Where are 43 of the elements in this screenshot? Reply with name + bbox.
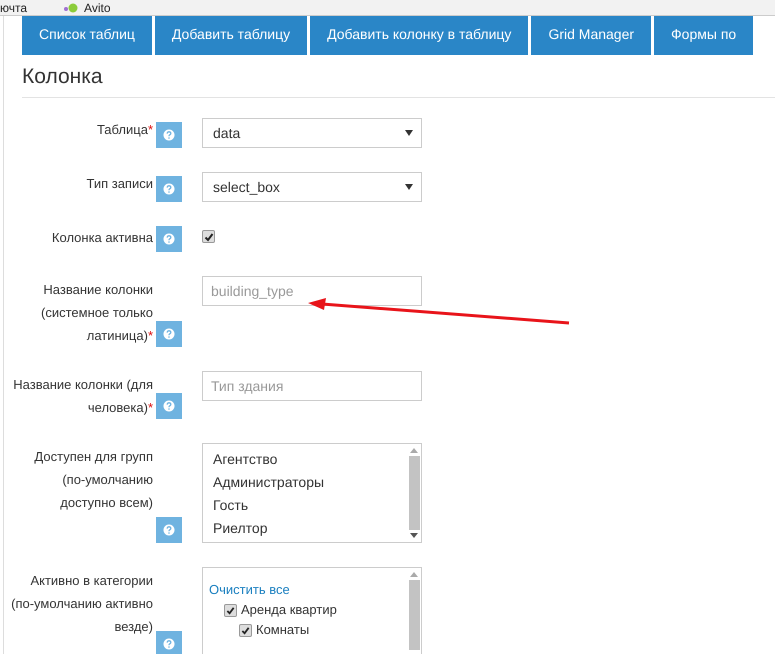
group-listbox[interactable]: Агентство Администраторы Гость Риелтор (202, 443, 422, 543)
checkbox[interactable] (239, 624, 252, 636)
field-label: Тип записи (86, 175, 153, 193)
listbox-option[interactable]: Гость (213, 494, 397, 517)
listbox-option[interactable]: Администраторы (213, 471, 397, 494)
select-field[interactable]: select_box (202, 172, 422, 202)
field-label: Таблица* (96, 121, 153, 139)
help-icon[interactable] (156, 393, 182, 419)
help-icon[interactable] (156, 631, 182, 654)
bookmark-link[interactable]: ючта (0, 0, 28, 14)
text-input[interactable]: Тип здания (202, 371, 422, 401)
listbox-option[interactable]: Риелтор (213, 517, 397, 540)
checkbox[interactable] (202, 230, 215, 243)
text-input[interactable]: building_type (202, 276, 422, 306)
scroll-down-icon[interactable] (410, 533, 418, 538)
clear-all-link[interactable]: Очистить все (209, 580, 401, 600)
help-icon[interactable] (156, 122, 182, 148)
listbox-option[interactable]: Агентство (213, 448, 397, 471)
field-label: Название колонки (системное только латиница)* (40, 281, 153, 345)
caret-icon (405, 130, 413, 136)
bookmark-link[interactable]: Avito (84, 0, 110, 14)
field-label: Название колонки (для человека)* (12, 376, 153, 417)
scroll-up-icon[interactable] (410, 572, 418, 577)
help-icon[interactable] (156, 321, 182, 347)
help-icon[interactable] (156, 176, 182, 202)
scroll-up-icon[interactable] (410, 448, 418, 453)
field-label: Доступен для групп (по-умолчанию доступно всем) (33, 448, 153, 512)
nav-tab[interactable]: Формы по (654, 16, 754, 55)
caret-icon (405, 184, 413, 190)
dots-icon (63, 2, 78, 12)
select-field[interactable]: data (202, 118, 422, 148)
field-label: Колонка активна (52, 229, 153, 247)
checkbox[interactable] (224, 604, 237, 616)
help-icon[interactable] (156, 517, 182, 543)
help-icon[interactable] (156, 226, 182, 252)
page-heading: Колонка (22, 65, 775, 98)
nav-tab[interactable]: Grid Manager (531, 16, 652, 55)
nav-tab[interactable]: Список таблиц (22, 16, 152, 55)
nav-tab[interactable]: Добавить таблицу (154, 16, 308, 55)
nav-tab[interactable]: Добавить колонку в таблицу (310, 16, 528, 55)
field-label: Активно в категории (по-умолчанию активно везде) (11, 572, 153, 636)
tree-item-label: Комнаты (256, 621, 310, 639)
tree-item-label: Аренда квартир (241, 601, 337, 619)
